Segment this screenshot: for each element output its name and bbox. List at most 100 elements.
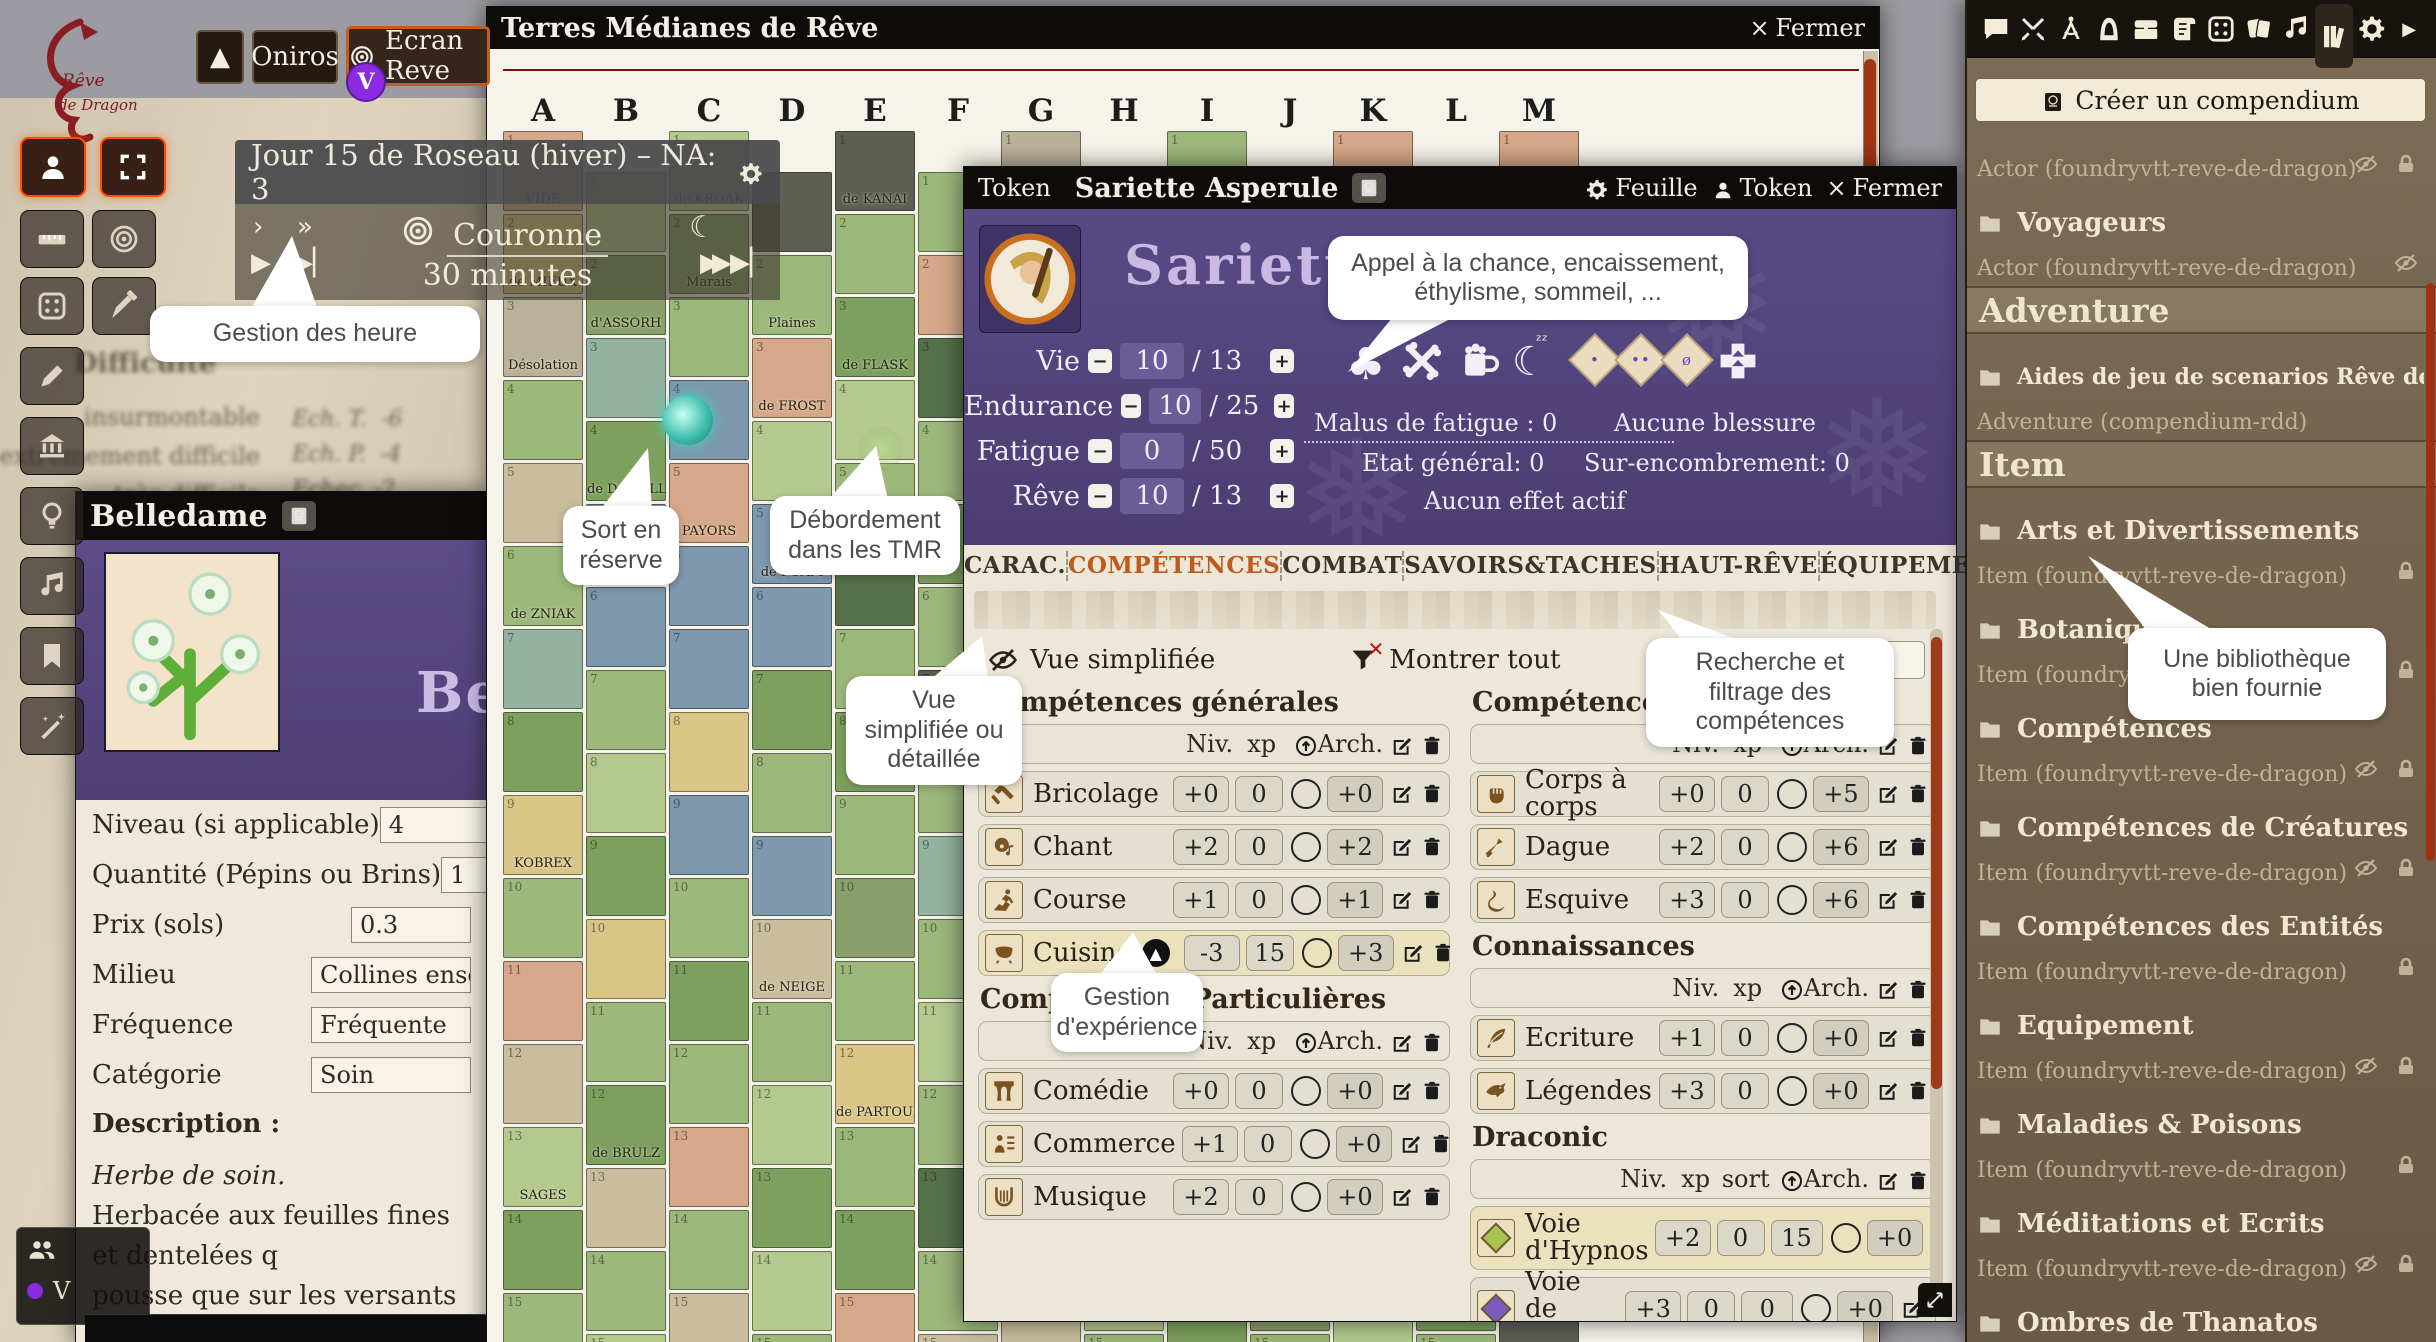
edit-skill-button[interactable] xyxy=(1877,783,1899,805)
compendium-book-icon[interactable] xyxy=(1352,173,1386,203)
pack-eye-slash-icon[interactable] xyxy=(2354,855,2378,880)
delete-skill-button[interactable] xyxy=(1432,942,1450,964)
niv-input[interactable]: +3 xyxy=(1659,1073,1715,1109)
arch-input[interactable]: +0 xyxy=(1336,1126,1392,1162)
status-load-icon[interactable] xyxy=(1716,339,1760,383)
macro-hotbar-strip[interactable] xyxy=(85,1314,486,1342)
skill-row[interactable]: Musique+20+0 xyxy=(978,1174,1450,1220)
sidebar-tab-gear-icon[interactable] xyxy=(2353,6,2391,52)
tool-bookmark-icon[interactable] xyxy=(20,627,84,685)
sidebar-tab-hood-icon[interactable] xyxy=(2090,6,2128,52)
roll-button[interactable] xyxy=(1777,832,1807,862)
delete-skill-button[interactable] xyxy=(1421,783,1443,805)
compendium-folder[interactable]: Voyageurs xyxy=(1977,208,2424,238)
roll-button[interactable] xyxy=(1302,938,1332,968)
edit-skill-button[interactable] xyxy=(1877,836,1899,858)
niv-input[interactable]: +0 xyxy=(1173,776,1229,812)
scene-tab-oniros[interactable]: Oniros xyxy=(252,30,338,84)
delete-skill-button[interactable] xyxy=(1421,836,1443,858)
xp-input[interactable]: 0 xyxy=(1721,776,1769,812)
edit-skill-button[interactable] xyxy=(1391,836,1413,858)
compendium-folder[interactable]: Aides de jeu de scenarios Rêve de Dragon… xyxy=(1977,362,2424,392)
sidebar-tab-music-icon[interactable] xyxy=(2278,6,2316,52)
token-button[interactable]: Token xyxy=(1712,174,1813,202)
niv-input[interactable]: +3 xyxy=(1659,882,1715,918)
tool-bulb-icon[interactable] xyxy=(20,487,84,545)
skill-row[interactable]: Légendes+30+0 xyxy=(1470,1068,1936,1114)
pack-eye-slash-icon[interactable] xyxy=(2354,151,2378,176)
tab-haut-r-ve[interactable]: HAUT-RÊVE xyxy=(1657,551,1818,581)
stat-value-field[interactable]: 10 xyxy=(1120,478,1184,514)
arch-input[interactable]: +0 xyxy=(1813,1020,1869,1056)
xp-input[interactable]: 0 xyxy=(1721,829,1769,865)
tool-expand-icon[interactable] xyxy=(100,137,166,197)
delete-skill-button[interactable] xyxy=(1421,1080,1443,1102)
sidebar-collapse-button[interactable]: ▶ xyxy=(2390,6,2428,52)
archive-up-icon[interactable] xyxy=(1780,1165,1804,1193)
xp-input[interactable]: 0 xyxy=(1721,1073,1769,1109)
reve-de-dragon-logo[interactable]: Rêvede Dragon xyxy=(10,14,140,144)
roll-button[interactable] xyxy=(1831,1223,1861,1253)
skill-row[interactable]: Comédie+00+0 xyxy=(978,1068,1450,1114)
sort-input[interactable]: 0 xyxy=(1741,1291,1793,1321)
edit-skill-button[interactable] xyxy=(1877,889,1899,911)
sheet-scrollbar-thumb[interactable] xyxy=(1931,637,1942,1089)
pack-lock-icon[interactable] xyxy=(2394,558,2418,583)
edit-skill-button[interactable] xyxy=(1877,1027,1899,1049)
trash-icon[interactable] xyxy=(1907,974,1929,1002)
trash-icon[interactable] xyxy=(1907,730,1929,758)
tool-target-icon[interactable] xyxy=(92,210,156,268)
edit-skill-button[interactable] xyxy=(1400,1133,1422,1155)
avatar[interactable] xyxy=(979,225,1081,333)
niv-input[interactable]: +2 xyxy=(1173,1179,1229,1215)
pack-lock-icon[interactable] xyxy=(2394,1152,2418,1177)
decrement-button[interactable]: − xyxy=(1088,349,1112,373)
arch-input[interactable]: +0 xyxy=(1813,1073,1869,1109)
sidebar-tab-dice-icon[interactable] xyxy=(2202,6,2240,52)
arch-input[interactable]: +0 xyxy=(1327,1179,1383,1215)
niv-input[interactable]: +2 xyxy=(1655,1220,1711,1256)
montrer-tout-label[interactable]: Montrer tout xyxy=(1389,645,1560,675)
experience-up-icon[interactable]: ▲ xyxy=(1142,939,1170,967)
roll-button[interactable] xyxy=(1300,1129,1330,1159)
compendium-folder[interactable]: Ombres de Thanatos xyxy=(1977,1308,2424,1338)
arch-input[interactable]: +3 xyxy=(1338,935,1394,971)
belledame-window-header[interactable]: Belledame xyxy=(76,492,487,540)
montrer-tout-toggle[interactable]: ✕ xyxy=(1349,646,1377,674)
delete-skill-button[interactable] xyxy=(1907,889,1929,911)
status-mug-icon[interactable] xyxy=(1456,339,1500,383)
roll-button[interactable] xyxy=(1291,1076,1321,1106)
delete-skill-button[interactable] xyxy=(1421,1186,1443,1208)
field-input[interactable] xyxy=(351,907,471,943)
resize-handle[interactable] xyxy=(1918,1283,1952,1317)
skill-row[interactable]: Esquive+30+6 xyxy=(1470,877,1936,923)
edit-skill-button[interactable] xyxy=(1391,1080,1413,1102)
archive-up-icon[interactable] xyxy=(1294,730,1318,758)
arch-input[interactable]: +6 xyxy=(1813,882,1869,918)
edit-skill-button[interactable] xyxy=(1391,1186,1413,1208)
calendar-bar[interactable]: Jour 15 de Roseau (hiver) – NA: 3 xyxy=(235,140,780,204)
players-list[interactable]: V xyxy=(16,1227,150,1325)
sidebar-tab-chat-icon[interactable] xyxy=(1977,6,2015,52)
trash-icon[interactable] xyxy=(1907,1165,1929,1193)
skill-row[interactable]: Chant+20+2 xyxy=(978,824,1450,870)
niv-input[interactable]: -3 xyxy=(1184,935,1240,971)
niv-input[interactable]: +1 xyxy=(1659,1020,1715,1056)
stat-value-field[interactable]: 0 xyxy=(1120,433,1184,469)
niv-input[interactable]: +2 xyxy=(1659,829,1715,865)
roll-button[interactable] xyxy=(1777,779,1807,809)
xp-input[interactable]: 0 xyxy=(1721,1020,1769,1056)
trash-icon[interactable] xyxy=(1421,730,1443,758)
belledame-herb-image[interactable] xyxy=(104,552,280,752)
tool-pencil-ruler-icon[interactable] xyxy=(92,277,156,335)
roll-button[interactable] xyxy=(1291,832,1321,862)
roll-button[interactable] xyxy=(1291,885,1321,915)
pack-eye-slash-icon[interactable] xyxy=(2394,250,2418,275)
niv-input[interactable]: +3 xyxy=(1625,1291,1681,1321)
sidebar-tab-books-icon[interactable] xyxy=(2315,4,2353,68)
pack-lock-icon[interactable] xyxy=(2394,1053,2418,1078)
fast-forward-icon[interactable]: » xyxy=(297,212,313,242)
sidebar-tab-compass-icon[interactable] xyxy=(2052,6,2090,52)
xp-input[interactable]: 0 xyxy=(1721,882,1769,918)
stat-value-field[interactable]: 10 xyxy=(1149,388,1201,424)
